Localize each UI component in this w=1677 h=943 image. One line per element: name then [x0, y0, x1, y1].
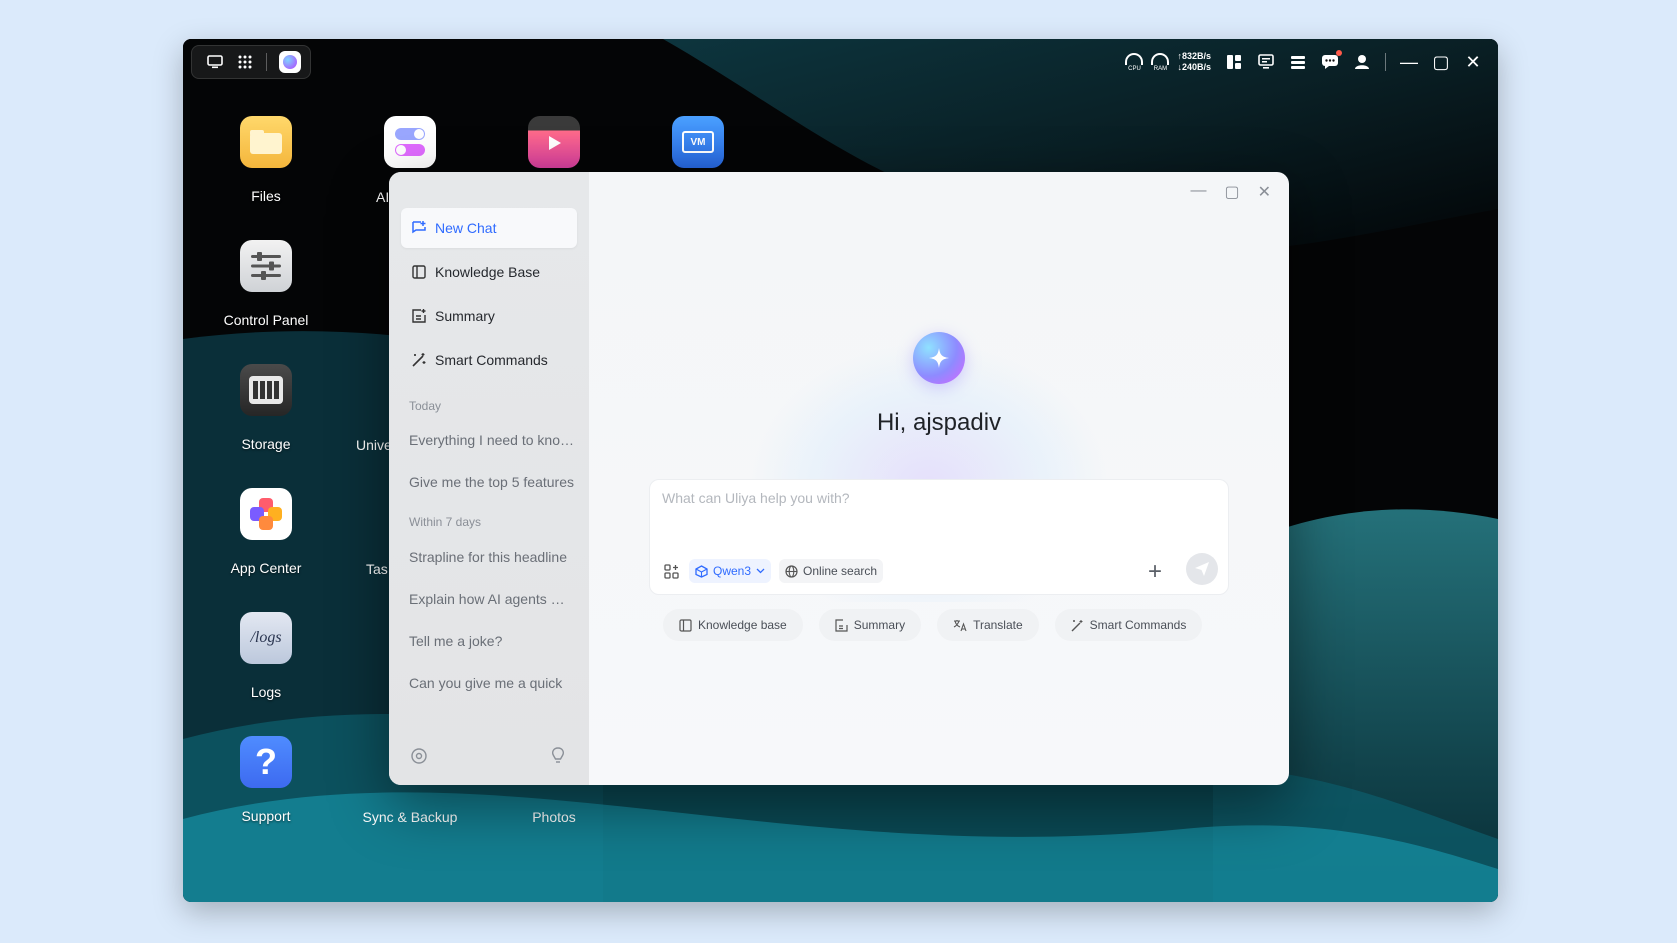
cube-icon — [695, 564, 708, 578]
quick-summary-button[interactable]: Summary — [818, 609, 922, 641]
desktop-icon-ai[interactable] — [350, 116, 470, 168]
chat-input[interactable] — [662, 490, 1202, 530]
send-icon — [1195, 562, 1209, 576]
greeting-text: Hi, ajspadiv — [876, 409, 1002, 436]
ai-main-panel: — ▢ ✕ Hi, ajspadiv Qwen3 Online — [589, 172, 1289, 785]
task-manager-icon[interactable] — [1289, 53, 1307, 71]
sparkle-icon — [929, 348, 949, 368]
input-toolbar: Qwen3 Online search — [662, 559, 884, 583]
desktop-icon-app-center[interactable]: App Center — [206, 488, 326, 576]
translate-icon — [953, 619, 967, 631]
show-desktop-icon[interactable] — [206, 53, 224, 71]
chevron-down-icon — [756, 568, 765, 574]
history-item[interactable]: Strapline for this headline — [409, 549, 574, 565]
new-chat-button[interactable]: New Chat — [401, 208, 577, 248]
download-speed: ↓240B/s — [1177, 62, 1211, 72]
desktop-icon-video[interactable] — [494, 116, 614, 168]
desktop-icon-support[interactable]: ? Support — [206, 736, 326, 824]
summary-icon — [835, 618, 848, 632]
monitor-icon[interactable] — [1257, 53, 1275, 71]
summary-button[interactable]: Summary — [401, 296, 577, 336]
send-button[interactable] — [1186, 553, 1218, 585]
add-attachment-icon[interactable]: + — [1148, 558, 1162, 586]
history-item[interactable]: Everything I need to know about — [409, 432, 574, 448]
gauge-icon — [1125, 52, 1144, 65]
lightbulb-icon[interactable] — [548, 746, 568, 766]
magic-wand-icon — [1071, 619, 1083, 631]
network-speed[interactable]: ↑832B/s ↓240B/s — [1177, 51, 1211, 73]
cpu-meter[interactable]: CPU — [1125, 52, 1144, 72]
close-icon[interactable]: ✕ — [1258, 182, 1271, 202]
taskbar-left — [191, 45, 311, 79]
maximize-icon[interactable]: ▢ — [1224, 182, 1239, 202]
quick-smart-commands-button[interactable]: Smart Commands — [1054, 609, 1203, 641]
settings-icon[interactable] — [409, 746, 429, 766]
app-center-icon — [240, 488, 292, 540]
globe-icon — [785, 564, 798, 578]
book-icon — [679, 618, 692, 632]
vm-badge: VM — [682, 131, 714, 153]
ai-assistant-taskbar-icon[interactable] — [279, 51, 301, 73]
storage-icon — [240, 364, 292, 416]
minimize-icon[interactable]: — — [1190, 182, 1206, 202]
history-item[interactable]: Give me the top 5 features — [409, 474, 574, 490]
quick-translate-button[interactable]: Translate — [937, 609, 1039, 641]
close-icon[interactable]: ✕ — [1464, 52, 1482, 73]
chat-input-box: Qwen3 Online search + — [649, 479, 1229, 595]
quick-knowledge-base-button[interactable]: Knowledge base — [663, 609, 803, 641]
taskbar-separator — [266, 53, 267, 71]
ai-sidebar: New Chat Knowledge Base Summary Smart Co… — [389, 172, 589, 785]
history-item[interactable]: Tell me a joke? — [409, 633, 574, 649]
desktop-icon-storage[interactable]: Storage — [206, 364, 326, 452]
virtual-machine-icon: VM — [672, 116, 724, 168]
sliders-icon — [240, 240, 292, 292]
new-chat-icon — [412, 221, 426, 234]
desktop-icon-vm[interactable]: VM — [638, 116, 758, 168]
desktop-icon-files[interactable]: Files — [206, 116, 326, 204]
apps-icon — [664, 563, 679, 579]
ram-meter[interactable]: RAM — [1151, 52, 1170, 72]
desktop-icon-logs[interactable]: /logs Logs — [206, 612, 326, 700]
question-icon: ? — [240, 736, 292, 788]
smart-commands-button[interactable]: Smart Commands — [401, 340, 577, 380]
model-selector[interactable]: Qwen3 — [689, 559, 772, 583]
gauge-icon — [1151, 52, 1170, 65]
desktop-icon-photos-label[interactable]: Photos — [494, 809, 614, 825]
online-search-toggle[interactable]: Online search — [779, 559, 884, 583]
tools-button[interactable] — [662, 559, 681, 583]
magic-wand-icon — [412, 353, 426, 367]
toggle-icon — [384, 116, 436, 168]
history-section-week: Within 7 days — [409, 515, 482, 529]
ai-assistant-window: New Chat Knowledge Base Summary Smart Co… — [389, 172, 1289, 785]
book-icon — [412, 265, 426, 279]
upload-speed: ↑832B/s — [1177, 51, 1211, 61]
user-icon[interactable] — [1353, 53, 1371, 71]
maximize-icon[interactable]: ▢ — [1432, 52, 1450, 73]
knowledge-base-button[interactable]: Knowledge Base — [401, 252, 577, 292]
history-item[interactable]: Can you give me a quick — [409, 675, 574, 691]
desktop-icon-control-panel[interactable]: Control Panel — [206, 240, 326, 328]
assistant-logo — [913, 332, 965, 384]
history-section-today: Today — [409, 399, 442, 413]
minimize-icon[interactable]: — — [1400, 52, 1418, 73]
desktop-icon-sync-backup-label[interactable]: Sync & Backup — [350, 809, 470, 825]
desktop-icon-universal-label: Unive — [356, 437, 392, 453]
quick-actions: Knowledge base Summary Translate Smart C… — [663, 609, 1203, 641]
notifications-icon[interactable] — [1321, 50, 1342, 71]
assistant-window-controls: — ▢ ✕ — [1190, 182, 1271, 202]
video-player-icon — [528, 116, 580, 168]
history-item[interactable]: Explain how AI agents work — [409, 591, 574, 607]
folder-icon — [240, 116, 292, 168]
taskbar-right: CPU RAM ↑832B/s ↓240B/s — ▢ ✕ — [1125, 49, 1482, 75]
summary-icon — [412, 309, 426, 323]
logs-icon: /logs — [240, 612, 292, 664]
widgets-icon[interactable] — [1225, 53, 1243, 71]
window-controls-separator — [1385, 53, 1386, 71]
app-grid-icon[interactable] — [236, 53, 254, 71]
